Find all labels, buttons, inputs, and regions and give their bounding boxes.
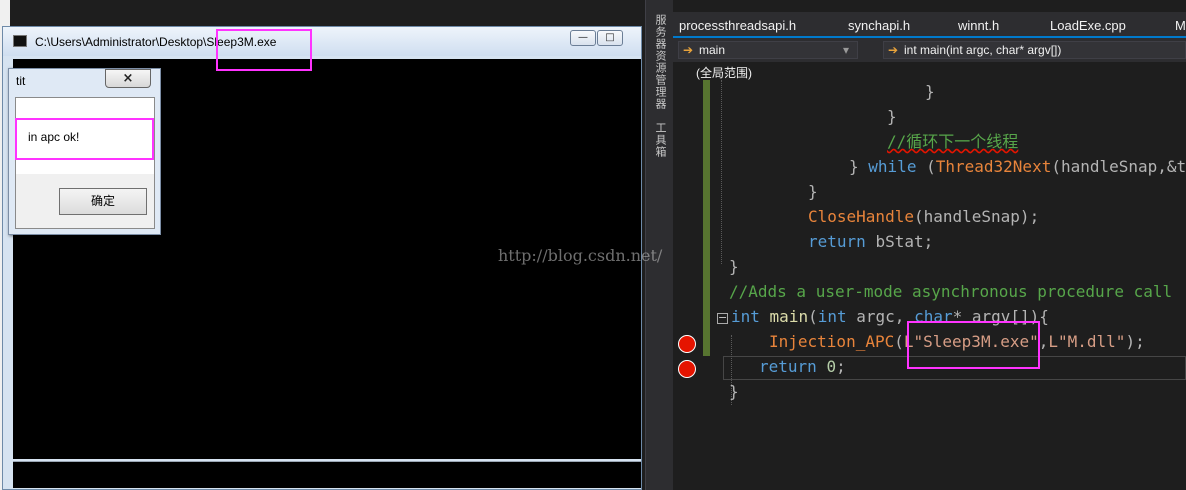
message-box-title: tit — [16, 74, 26, 88]
ide-side-toolstrip: 服务器资源管理器 工具箱 — [645, 0, 673, 490]
breakpoint-icon[interactable] — [678, 360, 696, 378]
collapse-toggle[interactable]: − — [717, 312, 728, 324]
tab-synchapi[interactable]: synchapi.h — [848, 18, 910, 33]
tab-overflow[interactable]: M — [1175, 18, 1186, 33]
code-line: return bStat; — [808, 232, 934, 251]
global-scope-label: (全局范围) — [696, 66, 752, 80]
console-titlebar[interactable]: C:\Users\Administrator\Desktop\Sleep3M.e… — [3, 27, 641, 56]
tab-winnt[interactable]: winnt.h — [958, 18, 999, 33]
code-line: } — [808, 182, 818, 201]
arrow-right-icon: ➔ — [683, 43, 694, 57]
message-box-footer: 确定 — [16, 174, 154, 228]
side-tab-toolbox[interactable]: 工具箱 — [652, 122, 668, 158]
code-line: return 0; — [759, 357, 846, 376]
code-line: } — [887, 107, 897, 126]
code-line: } — [729, 257, 739, 276]
code-line: //循环下一个线程 — [887, 132, 1019, 151]
side-tab-server-explorer[interactable]: 服务器资源管理器 — [652, 14, 668, 110]
message-box-content: in apc ok! 确定 — [15, 97, 155, 229]
highlight-box — [907, 321, 1040, 369]
navigation-bar: ➔ main ▾ ➔ int main(int argc, char* argv… — [673, 38, 1186, 62]
indent-guide — [721, 80, 722, 264]
ok-button[interactable]: 确定 — [59, 188, 147, 215]
code-line: } — [925, 82, 935, 101]
breakpoint-icon[interactable] — [678, 335, 696, 353]
arrow-right-icon: ➔ — [888, 43, 899, 57]
chevron-down-icon: ▾ — [843, 43, 850, 57]
tab-loadexe[interactable]: LoadExe.cpp — [1050, 18, 1126, 33]
scope-dropdown[interactable]: ➔ main ▾ — [678, 41, 858, 59]
tab-processthreadsapi[interactable]: processthreadsapi.h — [679, 18, 796, 33]
scope-value: main — [699, 43, 726, 57]
console-horizontal-scrollbar[interactable] — [13, 461, 641, 488]
change-tracking-bar — [703, 80, 710, 356]
member-value: int main(int argc, char* argv[]) — [904, 43, 1062, 57]
highlight-box — [15, 118, 154, 160]
code-line: //Adds a user-mode asynchronous procedur… — [729, 282, 1173, 301]
code-line: CloseHandle(handleSnap); — [808, 207, 1040, 226]
watermark-text: http://blog.csdn.net/ — [498, 246, 663, 265]
code-line: } while (Thread32Next(handleSnap,&t — [849, 157, 1186, 176]
highlight-box — [216, 29, 312, 71]
minimize-button[interactable]: — — [570, 30, 596, 46]
maximize-button[interactable]: □ — [597, 30, 623, 46]
code-line: } — [729, 382, 739, 401]
breakpoint-gutter[interactable] — [673, 80, 699, 490]
code-editor[interactable]: − } } //循环下一个线程 } while (Thread32Next(ha… — [673, 80, 1186, 490]
console-app-icon — [13, 35, 27, 47]
document-tab-bar: processthreadsapi.h synchapi.h winnt.h L… — [673, 12, 1186, 38]
member-dropdown[interactable]: ➔ int main(int argc, char* argv[]) — [883, 41, 1186, 59]
close-button[interactable]: × — [105, 69, 151, 88]
